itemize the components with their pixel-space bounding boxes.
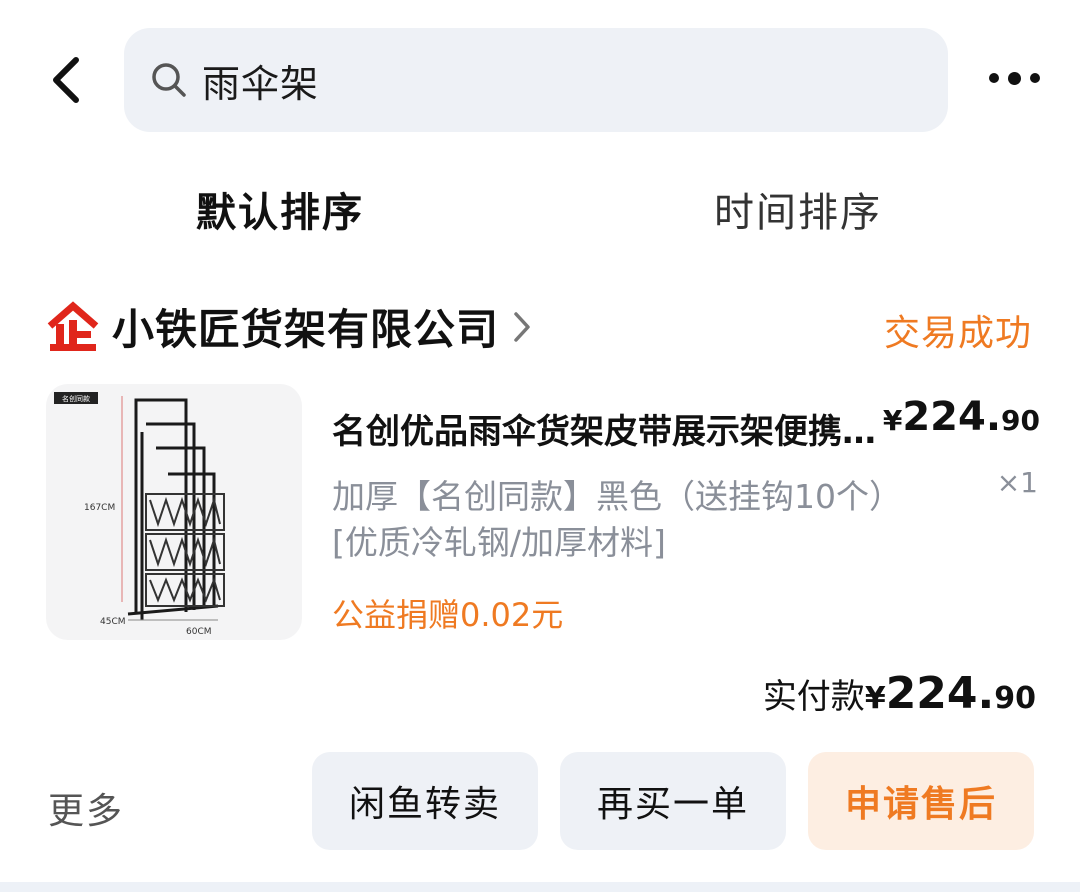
back-button[interactable] [38,52,94,108]
actual-payment-integer: 224. [885,668,995,719]
more-actions-link[interactable]: 更多 [48,782,124,834]
price-decimal: 90 [1001,404,1040,437]
image-dim-height: 167CM [84,503,115,513]
charity-donation: 公益捐赠0.02元 [332,596,564,634]
actual-payment-label: 实付款 [762,677,865,717]
chevron-right-icon [511,307,533,347]
image-dim-width: 60CM [186,627,212,637]
ellipsis-dot [1007,71,1021,85]
enterprise-logo-icon [47,300,99,351]
image-badge: 名创同款 [62,394,90,403]
product-spec: 加厚【名创同款】黑色（送挂钩10个）[优质冷轧钢/加厚材料] [332,477,902,562]
product-image[interactable]: 名创同款 167CM 45CM 60CM [46,384,302,640]
actual-payment-decimal: 90 [994,681,1036,716]
resell-button[interactable]: 闲鱼转卖 [312,752,538,850]
product-title[interactable]: 名创优品雨伞货架皮带展示架便携式收纳架 [332,404,882,453]
rebuy-button[interactable]: 再买一单 [560,752,786,850]
actual-payment-symbol: ¥ [864,681,886,716]
search-query-text: 雨伞架 [202,61,320,106]
aftersale-button[interactable]: 申请售后 [808,752,1034,850]
order-status: 交易成功 [883,313,1032,354]
divider [0,882,1080,892]
ellipsis-dot [1029,73,1040,83]
product-price: ¥224.90 [883,394,1040,440]
search-icon [150,61,188,99]
shop-name: 小铁匠货架有限公司 [112,305,500,354]
tab-time-sort[interactable]: 时间排序 [714,180,882,238]
shop-link[interactable]: 小铁匠货架有限公司 [46,296,533,357]
chevron-left-icon [53,57,79,103]
tab-default-sort[interactable]: 默认排序 [196,180,364,238]
more-options-button[interactable] [982,58,1046,98]
actual-payment: 实付款 ¥224. 90 [763,668,1036,719]
search-input[interactable]: 雨伞架 [124,28,948,132]
price-integer: 224. [902,394,1002,440]
order-list-page: 雨伞架 默认排序 时间排序 小铁匠货架有限公司 交易成功 名创同款 167CM … [0,0,1080,892]
product-quantity: ×1 [996,466,1038,499]
ellipsis-icon [988,73,999,83]
price-symbol: ¥ [882,404,903,437]
image-dim-depth: 45CM [100,617,126,627]
